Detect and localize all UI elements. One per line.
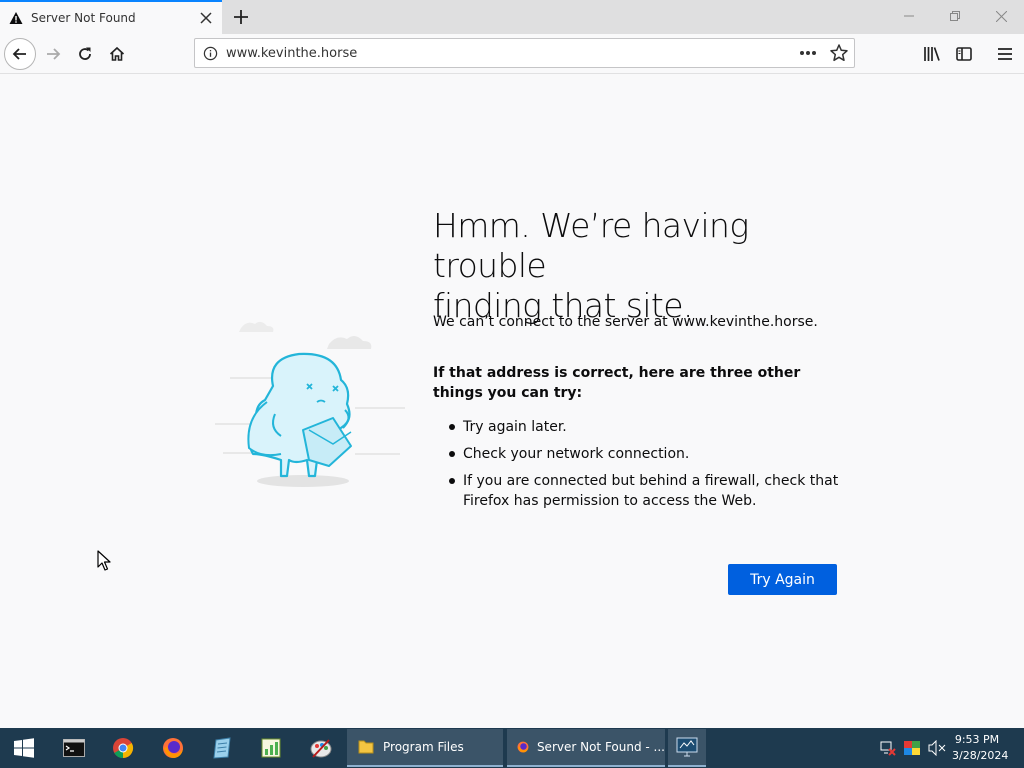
error-description: We can’t connect to the server at www.ke… — [433, 314, 818, 330]
paint-icon[interactable] — [297, 728, 345, 768]
forward-button[interactable] — [37, 38, 69, 70]
tips-heading: If that address is correct, here are thr… — [433, 365, 801, 401]
taskbar-item-label: Server Not Found - ... — [536, 740, 665, 754]
firefox-icon — [517, 741, 529, 753]
tab-strip: Server Not Found — [0, 0, 1024, 34]
bullet — [449, 424, 455, 430]
address-bar[interactable]: www.kevinthe.horse — [194, 38, 855, 68]
clock-time: 9:53 PM — [954, 733, 1000, 746]
volume-muted-icon[interactable] — [928, 740, 946, 756]
new-tab-button[interactable] — [229, 5, 253, 29]
tips-list: Try again later. Check your network conn… — [433, 417, 843, 518]
navigation-toolbar: www.kevinthe.horse — [0, 34, 1024, 74]
tab-server-not-found[interactable]: Server Not Found — [0, 0, 222, 34]
mouse-cursor-icon — [97, 550, 111, 571]
network-icon[interactable] — [880, 740, 896, 756]
chrome-icon[interactable] — [99, 728, 147, 768]
page-title-line-1: Hmm. We’re having trouble — [433, 206, 749, 285]
url-text[interactable]: www.kevinthe.horse — [226, 46, 357, 61]
taskbar-item-firefox[interactable]: Server Not Found - ... — [507, 729, 665, 767]
bookmark-star-icon[interactable] — [829, 43, 849, 63]
firefox-icon[interactable] — [149, 728, 197, 768]
home-button[interactable] — [101, 38, 133, 70]
list-item: If you are connected but behind a firewa… — [433, 471, 843, 511]
tip-text: Try again later. — [463, 419, 567, 435]
taskbar-item-monitor[interactable] — [668, 729, 706, 767]
tip-text: Check your network connection. — [463, 446, 690, 462]
color-display-icon[interactable] — [904, 740, 920, 756]
start-button[interactable] — [0, 728, 48, 768]
sidebar-button[interactable] — [948, 38, 980, 70]
list-item: Check your network connection. — [433, 444, 843, 464]
taskbar-item-program-files[interactable]: Program Files — [347, 729, 503, 767]
system-clock[interactable]: 9:53 PM 3/28/2024 — [952, 732, 1009, 764]
monitor-icon — [676, 737, 698, 757]
taskbar-item-label: Program Files — [383, 740, 464, 754]
page-title: Hmm. We’re having trouble finding that s… — [433, 206, 853, 326]
info-icon[interactable] — [203, 46, 218, 61]
warning-icon — [9, 12, 23, 24]
tab-title: Server Not Found — [31, 11, 136, 25]
minimize-button[interactable] — [886, 0, 932, 32]
tab-close-icon[interactable] — [197, 9, 215, 27]
back-button[interactable] — [4, 38, 36, 70]
close-window-button[interactable] — [978, 0, 1024, 32]
tip-text: If you are connected but behind a firewa… — [463, 473, 839, 509]
folder-icon — [358, 740, 374, 754]
spreadsheet-icon[interactable] — [247, 728, 295, 768]
reload-button[interactable] — [69, 38, 101, 70]
page-actions-icon[interactable] — [798, 44, 818, 62]
library-button[interactable] — [916, 38, 948, 70]
menu-button[interactable] — [989, 38, 1021, 70]
error-illustration — [215, 321, 405, 487]
bullet — [449, 478, 455, 484]
taskbar: Program Files Server Not Found - ... 9:5… — [0, 728, 1024, 768]
notepad-icon[interactable] — [198, 728, 246, 768]
terminal-icon[interactable] — [50, 728, 98, 768]
bullet — [449, 451, 455, 457]
error-page: Hmm. We’re having trouble finding that s… — [0, 74, 1024, 728]
try-again-button[interactable]: Try Again — [728, 564, 837, 595]
clock-date: 3/28/2024 — [952, 749, 1009, 762]
list-item: Try again later. — [433, 417, 843, 437]
restore-button[interactable] — [932, 0, 978, 32]
